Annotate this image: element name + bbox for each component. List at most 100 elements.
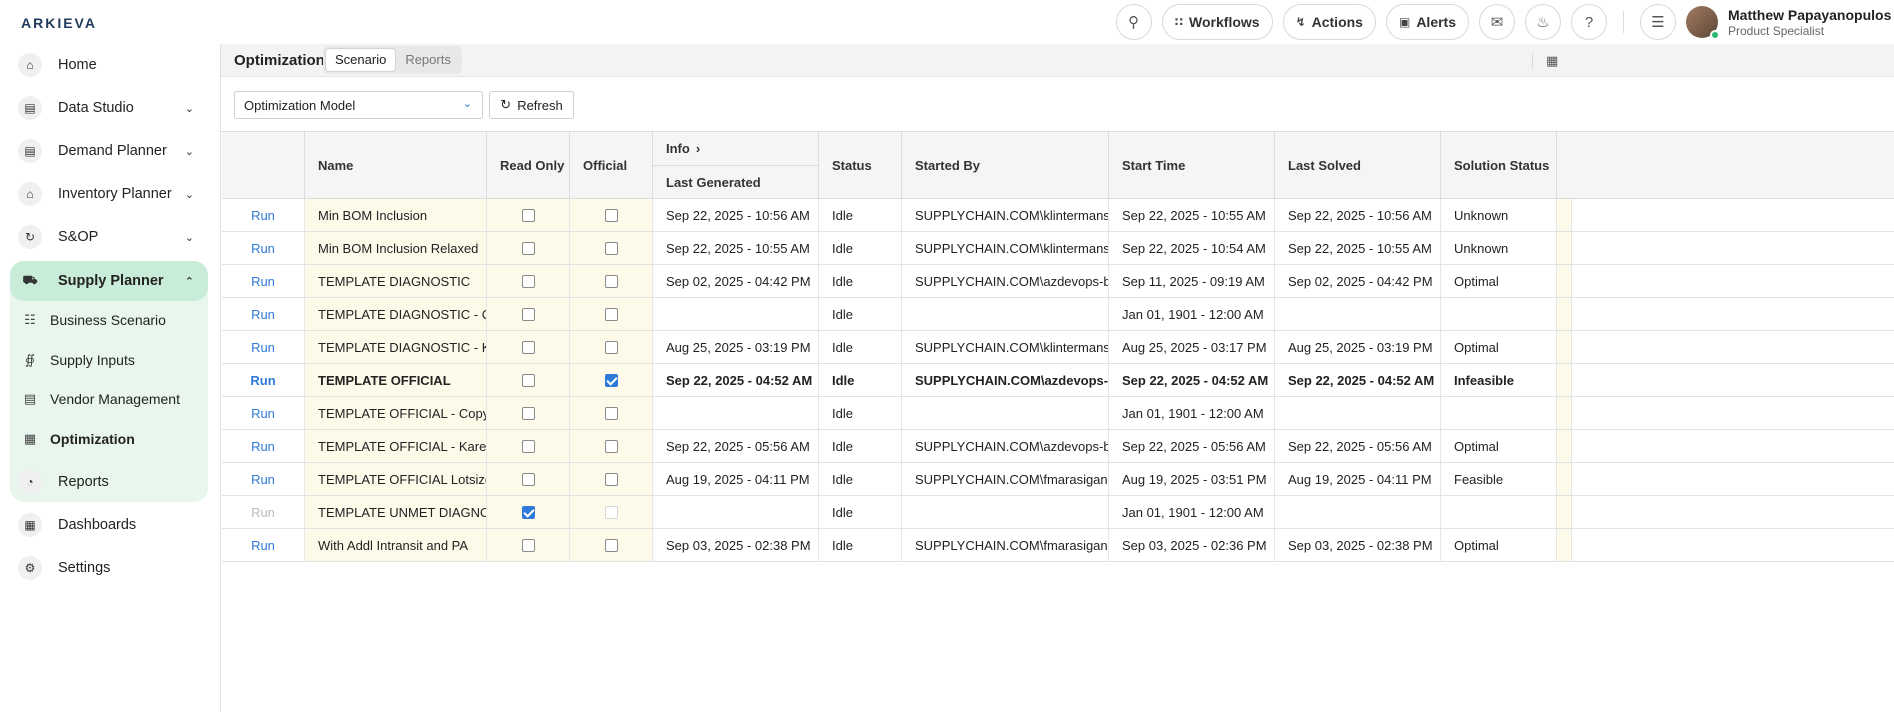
official-checkbox-box[interactable] bbox=[604, 505, 618, 519]
sidebar-item-inventory-planner[interactable]: ⌂ Inventory Planner ⌄ bbox=[10, 174, 208, 214]
official-checkbox[interactable] bbox=[570, 430, 653, 462]
read-only-checkbox[interactable] bbox=[487, 397, 570, 429]
header-read-only[interactable]: Read Only bbox=[487, 132, 570, 199]
read-only-checkbox[interactable] bbox=[487, 496, 570, 528]
sidebar-subitem-business-scenario[interactable]: ☷ Business Scenario bbox=[10, 302, 208, 338]
read-only-checkbox-box[interactable] bbox=[521, 373, 535, 387]
read-only-checkbox-box[interactable] bbox=[521, 538, 535, 552]
read-only-checkbox[interactable] bbox=[487, 463, 570, 495]
read-only-checkbox-box[interactable] bbox=[521, 439, 535, 453]
table-row[interactable]: Run TEMPLATE DIAGNOSTIC - C... Idle Jan 01,… bbox=[222, 298, 1894, 331]
read-only-checkbox[interactable] bbox=[487, 430, 570, 462]
chat-button[interactable]: ✉ bbox=[1479, 4, 1515, 40]
official-checkbox-box[interactable] bbox=[604, 373, 618, 387]
sidebar-item-sop[interactable]: ↻ S&OP ⌄ bbox=[10, 217, 208, 257]
official-checkbox-box[interactable] bbox=[604, 538, 618, 552]
read-only-checkbox[interactable] bbox=[487, 331, 570, 363]
avatar[interactable] bbox=[1686, 6, 1720, 40]
official-checkbox-box[interactable] bbox=[604, 307, 618, 321]
official-checkbox-box[interactable] bbox=[604, 241, 618, 255]
app-logo[interactable]: ARKIEVA bbox=[21, 15, 97, 31]
calendar-icon[interactable]: ▦ bbox=[1546, 53, 1558, 69]
sidebar-item-settings[interactable]: ⚙ Settings bbox=[10, 548, 208, 588]
run-link[interactable]: Run bbox=[222, 199, 305, 231]
official-checkbox[interactable] bbox=[570, 529, 653, 561]
table-row[interactable]: Run Min BOM Inclusion Relaxed Sep 22, 2025… bbox=[222, 232, 1894, 265]
run-link[interactable]: Run bbox=[222, 496, 305, 528]
official-checkbox[interactable] bbox=[570, 364, 653, 396]
search-button[interactable]: ⚲ bbox=[1115, 4, 1152, 40]
official-checkbox[interactable] bbox=[570, 496, 653, 528]
sidebar-item-data-studio[interactable]: ▤ Data Studio ⌄ bbox=[10, 88, 208, 128]
header-status[interactable]: Status bbox=[819, 132, 902, 199]
read-only-checkbox[interactable] bbox=[487, 364, 570, 396]
preferences-button[interactable]: ☰ bbox=[1640, 4, 1676, 40]
read-only-checkbox-box[interactable] bbox=[521, 340, 535, 354]
run-link[interactable]: Run bbox=[222, 463, 305, 495]
table-row[interactable]: Run TEMPLATE OFFICIAL - Karel Sep 22, 2025… bbox=[222, 430, 1894, 463]
read-only-checkbox-box[interactable] bbox=[521, 208, 535, 222]
run-link[interactable]: Run bbox=[222, 529, 305, 561]
alerts-button[interactable]: ▣ Alerts bbox=[1385, 4, 1469, 40]
refresh-button[interactable]: ↻ Refresh bbox=[489, 91, 574, 119]
sidebar-subitem-vendor-management[interactable]: ▤ Vendor Management bbox=[10, 381, 208, 417]
sidebar-item-supply-planner[interactable]: ⛟ Supply Planner ⌃ bbox=[10, 261, 208, 301]
model-select[interactable]: Optimization Model ⌄ bbox=[234, 91, 483, 119]
official-checkbox[interactable] bbox=[570, 298, 653, 330]
read-only-checkbox-box[interactable] bbox=[521, 472, 535, 486]
official-checkbox-box[interactable] bbox=[604, 274, 618, 288]
table-row[interactable]: Run TEMPLATE DIAGNOSTIC Sep 02, 2025 - 04:… bbox=[222, 265, 1894, 298]
run-link[interactable]: Run bbox=[222, 265, 305, 297]
run-link[interactable]: Run bbox=[222, 331, 305, 363]
header-start-time[interactable]: Start Time bbox=[1109, 132, 1275, 199]
header-official[interactable]: Official bbox=[570, 132, 653, 199]
read-only-checkbox[interactable] bbox=[487, 265, 570, 297]
official-checkbox[interactable] bbox=[570, 463, 653, 495]
read-only-checkbox[interactable] bbox=[487, 199, 570, 231]
sidebar-item-demand-planner[interactable]: ▤ Demand Planner ⌄ bbox=[10, 131, 208, 171]
table-row[interactable]: Run TEMPLATE OFFICIAL - Copy ... Idle Jan 0… bbox=[222, 397, 1894, 430]
sidebar-item-reports[interactable]: ◔ Reports bbox=[10, 462, 208, 502]
official-checkbox[interactable] bbox=[570, 232, 653, 264]
official-checkbox-box[interactable] bbox=[604, 340, 618, 354]
table-row[interactable]: Run Min BOM Inclusion Sep 22, 2025 - 10:56… bbox=[222, 199, 1894, 232]
table-row[interactable]: Run TEMPLATE DIAGNOSTIC - K... Aug 25, 202… bbox=[222, 331, 1894, 364]
sidebar-item-home[interactable]: ⌂ Home bbox=[10, 45, 208, 85]
sidebar-subitem-optimization[interactable]: ▦ Optimization bbox=[10, 421, 208, 457]
header-info-group[interactable]: Info › bbox=[653, 132, 819, 166]
table-row[interactable]: Run With Addl Intransit and PA Sep 03, 202… bbox=[222, 529, 1894, 562]
official-checkbox[interactable] bbox=[570, 397, 653, 429]
notifications-button[interactable]: ♨ bbox=[1525, 4, 1561, 40]
header-solution-status[interactable]: Solution Status bbox=[1441, 132, 1557, 199]
table-row[interactable]: Run TEMPLATE OFFICIAL Sep 22, 2025 - 04:52… bbox=[222, 364, 1894, 397]
sidebar-item-dashboards[interactable]: ▦ Dashboards bbox=[10, 505, 208, 545]
header-name[interactable]: Name bbox=[305, 132, 487, 199]
table-row[interactable]: Run TEMPLATE UNMET DIAGNO... Idle Jan 01, 1… bbox=[222, 496, 1894, 529]
read-only-checkbox-box[interactable] bbox=[521, 505, 535, 519]
tab-reports[interactable]: Reports bbox=[396, 48, 460, 72]
run-link[interactable]: Run bbox=[222, 364, 305, 396]
read-only-checkbox-box[interactable] bbox=[521, 406, 535, 420]
official-checkbox-box[interactable] bbox=[604, 439, 618, 453]
read-only-checkbox[interactable] bbox=[487, 298, 570, 330]
actions-button[interactable]: ↯ Actions bbox=[1282, 4, 1376, 40]
official-checkbox[interactable] bbox=[570, 199, 653, 231]
header-last-solved[interactable]: Last Solved bbox=[1275, 132, 1441, 199]
official-checkbox-box[interactable] bbox=[604, 406, 618, 420]
run-link[interactable]: Run bbox=[222, 430, 305, 462]
read-only-checkbox[interactable] bbox=[487, 529, 570, 561]
sidebar-subitem-supply-inputs[interactable]: ∯ Supply Inputs bbox=[10, 342, 208, 378]
official-checkbox-box[interactable] bbox=[604, 208, 618, 222]
tab-scenario[interactable]: Scenario bbox=[325, 48, 397, 72]
official-checkbox-box[interactable] bbox=[604, 472, 618, 486]
read-only-checkbox-box[interactable] bbox=[521, 241, 535, 255]
user-info[interactable]: Matthew Papayanopulos Product Specialist bbox=[1728, 7, 1894, 38]
help-button[interactable]: ? bbox=[1571, 4, 1607, 40]
run-link[interactable]: Run bbox=[222, 232, 305, 264]
header-started-by[interactable]: Started By bbox=[902, 132, 1109, 199]
read-only-checkbox-box[interactable] bbox=[521, 307, 535, 321]
table-row[interactable]: Run TEMPLATE OFFICIAL Lotsized Aug 19, 202… bbox=[222, 463, 1894, 496]
run-link[interactable]: Run bbox=[222, 298, 305, 330]
official-checkbox[interactable] bbox=[570, 331, 653, 363]
official-checkbox[interactable] bbox=[570, 265, 653, 297]
